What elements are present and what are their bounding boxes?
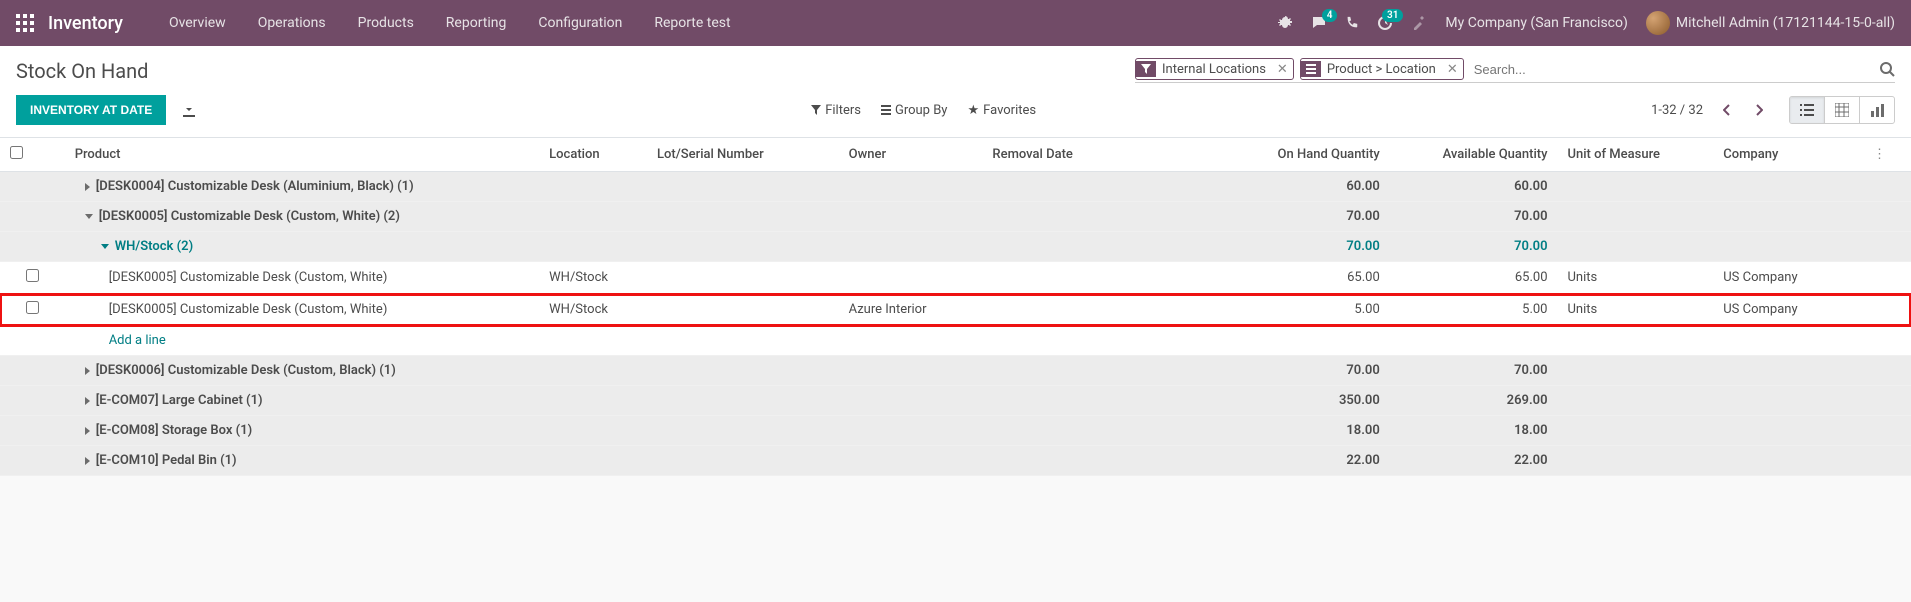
group-ecom10[interactable]: [E-COM10] Pedal Bin (1) 22.00 22.00 xyxy=(0,446,1911,476)
row-select[interactable] xyxy=(26,269,39,282)
col-owner[interactable]: Owner xyxy=(839,138,983,172)
group-ecom07[interactable]: [E-COM07] Large Cabinet (1) 350.00 269.0… xyxy=(0,386,1911,416)
group-desk0004[interactable]: [DESK0004] Customizable Desk (Aluminium,… xyxy=(0,172,1911,202)
avatar xyxy=(1646,11,1670,35)
search-icon[interactable] xyxy=(1879,61,1895,77)
user-name: Mitchell Admin (17121144-15-0-all) xyxy=(1676,15,1895,31)
col-uom[interactable]: Unit of Measure xyxy=(1558,138,1714,172)
view-graph[interactable] xyxy=(1860,97,1894,123)
page-prev[interactable] xyxy=(1715,100,1739,120)
group-desk0005[interactable]: [DESK0005] Customizable Desk (Custom, Wh… xyxy=(0,202,1911,232)
menu-operations[interactable]: Operations xyxy=(242,0,342,46)
col-product[interactable]: Product xyxy=(65,138,539,172)
groupby-label: Group By xyxy=(895,103,948,118)
col-location[interactable]: Location xyxy=(539,138,647,172)
chevron-down-icon xyxy=(85,214,93,219)
messages-icon[interactable]: 4 xyxy=(1311,15,1327,31)
favorites-label: Favorites xyxy=(983,103,1036,118)
pager[interactable]: 1-32 / 32 xyxy=(1651,103,1703,118)
activities-icon[interactable]: 31 xyxy=(1377,15,1393,31)
group-wh-stock[interactable]: WH/Stock (2) 70.00 70.00 xyxy=(0,232,1911,262)
filters-label: Filters xyxy=(825,103,861,118)
group-ecom08[interactable]: [E-COM08] Storage Box (1) 18.00 18.00 xyxy=(0,416,1911,446)
row-select[interactable] xyxy=(26,301,39,314)
activities-badge: 31 xyxy=(1382,9,1403,22)
chevron-right-icon xyxy=(85,367,90,375)
messages-badge: 4 xyxy=(1322,9,1338,22)
col-removal[interactable]: Removal Date xyxy=(982,138,1222,172)
export-icon[interactable] xyxy=(182,103,196,117)
app-title[interactable]: Inventory xyxy=(48,13,123,34)
facet-label: Product > Location xyxy=(1321,62,1442,77)
chevron-right-icon xyxy=(85,457,90,465)
top-nav: Inventory Overview Operations Products R… xyxy=(0,0,1911,46)
facet-remove[interactable]: ✕ xyxy=(1272,62,1293,77)
col-available[interactable]: Available Quantity xyxy=(1390,138,1558,172)
menu-reporte-test[interactable]: Reporte test xyxy=(638,0,746,46)
chevron-down-icon xyxy=(101,244,109,249)
stock-table: Product Location Lot/Serial Number Owner… xyxy=(0,138,1911,476)
view-list[interactable] xyxy=(1790,97,1825,123)
menu-reporting[interactable]: Reporting xyxy=(430,0,523,46)
view-pivot[interactable] xyxy=(1825,97,1860,123)
favorites-button[interactable]: ★ Favorites xyxy=(967,103,1036,118)
view-switcher xyxy=(1789,96,1895,124)
table-wrap: Product Location Lot/Serial Number Owner… xyxy=(0,138,1911,476)
columns-menu-icon[interactable]: ⋮ xyxy=(1867,147,1892,162)
filters-button[interactable]: Filters xyxy=(811,103,861,118)
inventory-at-date-button[interactable]: Inventory at Date xyxy=(16,95,166,125)
chevron-right-icon xyxy=(85,427,90,435)
col-company[interactable]: Company xyxy=(1713,138,1857,172)
table-row[interactable]: [DESK0005] Customizable Desk (Custom, Wh… xyxy=(0,262,1911,294)
facet-product-location: Product > Location ✕ xyxy=(1300,58,1464,80)
facet-label: Internal Locations xyxy=(1156,62,1272,77)
select-all[interactable] xyxy=(10,146,23,159)
menu-products[interactable]: Products xyxy=(342,0,430,46)
user-menu[interactable]: Mitchell Admin (17121144-15-0-all) xyxy=(1646,11,1895,35)
header-row: Product Location Lot/Serial Number Owner… xyxy=(0,138,1911,172)
groupby-button[interactable]: Group By xyxy=(881,103,948,118)
search-input[interactable] xyxy=(1470,60,1871,79)
company-selector[interactable]: My Company (San Francisco) xyxy=(1445,15,1627,31)
page-title: Stock On Hand xyxy=(16,59,148,83)
facet-remove[interactable]: ✕ xyxy=(1442,62,1463,77)
chevron-right-icon xyxy=(85,183,90,191)
action-bar: Inventory at Date Filters Group By ★ Fav… xyxy=(0,87,1911,138)
page-next[interactable] xyxy=(1747,100,1771,120)
apps-icon[interactable] xyxy=(16,14,34,32)
group-desk0006[interactable]: [DESK0006] Customizable Desk (Custom, Bl… xyxy=(0,356,1911,386)
title-row: Stock On Hand Internal Locations ✕ Produ… xyxy=(0,46,1911,87)
search-area: Internal Locations ✕ Product > Location … xyxy=(1135,58,1895,83)
facet-internal-locations: Internal Locations ✕ xyxy=(1135,58,1294,80)
col-onhand[interactable]: On Hand Quantity xyxy=(1222,138,1390,172)
star-icon: ★ xyxy=(967,103,979,118)
add-line[interactable]: Add a line xyxy=(0,326,1911,356)
menu-items: Overview Operations Products Reporting C… xyxy=(153,0,747,46)
col-lot[interactable]: Lot/Serial Number xyxy=(647,138,839,172)
filter-icon xyxy=(1136,61,1156,77)
menu-overview[interactable]: Overview xyxy=(153,0,242,46)
debug-icon[interactable] xyxy=(1277,15,1293,31)
menu-configuration[interactable]: Configuration xyxy=(522,0,638,46)
groupby-icon xyxy=(1301,61,1321,77)
table-row-highlighted[interactable]: [DESK0005] Customizable Desk (Custom, Wh… xyxy=(0,294,1911,326)
chevron-right-icon xyxy=(85,397,90,405)
phone-icon[interactable] xyxy=(1345,16,1359,30)
tools-icon[interactable] xyxy=(1411,15,1427,31)
